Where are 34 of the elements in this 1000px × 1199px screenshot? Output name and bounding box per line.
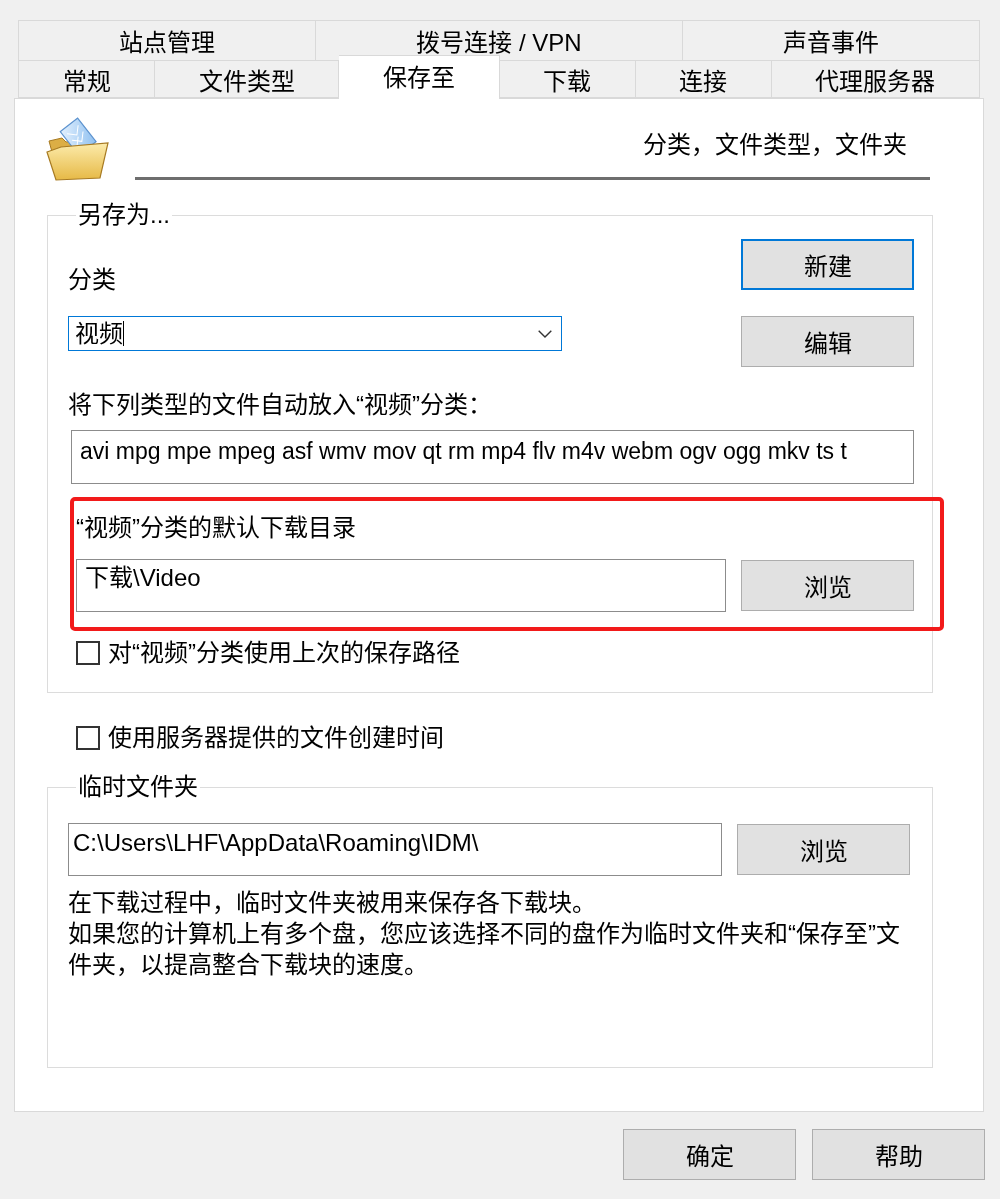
category-dropdown[interactable]: 视频 (68, 316, 562, 351)
group-title: 另存为... (77, 201, 171, 229)
tab[interactable]: 下载 (499, 60, 636, 98)
group-title: 临时文件夹 (77, 773, 199, 801)
browse-button[interactable]: 浏览 (741, 560, 914, 611)
browse-button[interactable]: 浏览 (737, 824, 910, 875)
file-types-field[interactable]: avi mpg mpe mpeg asf wmv mov qt rm mp4 flv m4v webm ogv ogg mkv ts t (71, 430, 914, 484)
help-text: 在下载过程中，临时文件夹被用来保存各下载块。 (68, 888, 597, 918)
tab[interactable]: 连接 (635, 60, 772, 98)
tab[interactable]: 常规 (18, 60, 156, 98)
checkbox[interactable] (76, 726, 100, 750)
action-button[interactable]: 新建 (741, 239, 914, 290)
dialog-button[interactable]: 帮助 (812, 1129, 985, 1180)
folder-path-field[interactable]: 下载\Video (76, 559, 726, 612)
field-label: 将下列类型的文件自动放入“视频”分类： (68, 391, 493, 419)
folder-path-field[interactable]: C:\Users\LHF\AppData\Roaming\IDM\ (68, 823, 722, 876)
checkbox-label: 对“视频”分类使用上次的保存路径 (108, 639, 460, 667)
text-cursor-icon (123, 321, 124, 346)
help-text: 如果您的计算机上有多个盘，您应该选择不同的盘作为临时文件夹和“保存至”文件夹，以提高整合下载块的速度。 (68, 919, 901, 980)
dialog-button[interactable]: 确定 (623, 1129, 796, 1180)
tab[interactable]: 文件类型 (155, 60, 340, 98)
section-title: 分类，文件类型，文件夹 (643, 131, 907, 158)
field-label: 分类 (68, 266, 116, 294)
chevron-down-icon[interactable] (538, 329, 552, 338)
tab[interactable]: 声音事件 (682, 20, 980, 60)
tab[interactable]: 站点管理 (18, 20, 317, 60)
tab[interactable]: 保存至 (339, 55, 500, 99)
checkbox[interactable] (76, 641, 100, 665)
tab[interactable]: 拨号连接 / VPN (316, 20, 683, 60)
folder-icon (45, 115, 110, 182)
tab[interactable]: 代理服务器 (771, 60, 981, 98)
checkbox-label: 使用服务器提供的文件创建时间 (108, 724, 444, 752)
field-label: “视频”分类的默认下载目录 (76, 514, 357, 542)
action-button[interactable]: 编辑 (741, 316, 914, 367)
